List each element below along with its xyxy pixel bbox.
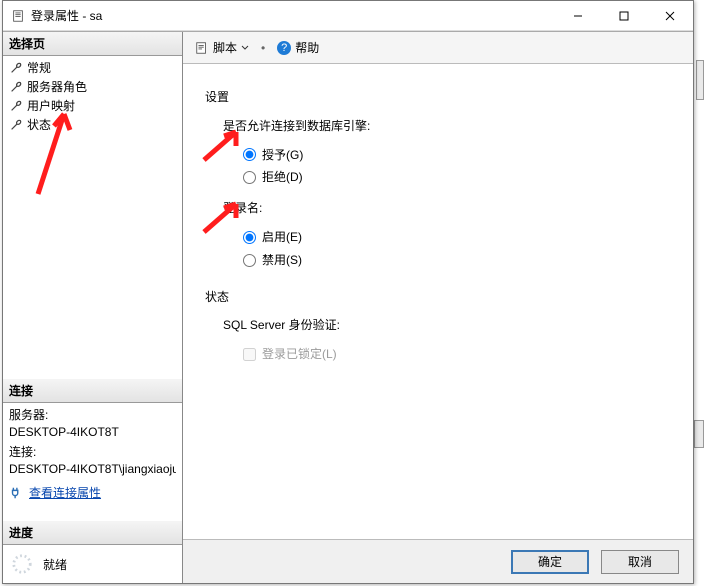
cancel-button[interactable]: 取消 (601, 550, 679, 574)
radio-deny-input[interactable] (243, 171, 256, 184)
help-label: 帮助 (295, 39, 319, 56)
page-label: 常规 (27, 59, 51, 76)
wrench-icon (9, 118, 23, 132)
conn-value: DESKTOP-4IKOT8T\jiangxiaoju (9, 461, 176, 478)
right-panel: 脚本 • ? 帮助 设置 是否允许连接到数据库引擎: 授予(G) (183, 32, 693, 583)
maximize-button[interactable] (601, 1, 647, 31)
login-label: 登录名: (223, 197, 671, 220)
page-label: 用户映射 (27, 97, 75, 114)
dialog-footer: 确定 取消 (183, 539, 693, 583)
radio-grant-label: 授予(G) (262, 144, 303, 167)
help-icon: ? (277, 41, 291, 55)
conn-label: 连接: (9, 444, 176, 461)
radio-deny[interactable]: 拒绝(D) (243, 166, 671, 189)
script-icon (195, 41, 209, 55)
radio-disable-input[interactable] (243, 254, 256, 267)
radio-grant[interactable]: 授予(G) (243, 144, 671, 167)
server-label: 服务器: (9, 407, 176, 424)
wrench-icon (9, 99, 23, 113)
progress-header: 进度 (3, 521, 182, 545)
connection-info: 服务器: DESKTOP-4IKOT8T 连接: DESKTOP-4IKOT8T… (3, 403, 182, 482)
settings-section-label: 设置 (205, 86, 671, 109)
login-locked-row: 登录已锁定(L) (243, 343, 671, 366)
chevron-down-icon (241, 44, 249, 52)
connection-header: 连接 (3, 379, 182, 403)
radio-disable[interactable]: 禁用(S) (243, 249, 671, 272)
radio-deny-label: 拒绝(D) (262, 166, 303, 189)
plug-icon (9, 486, 23, 500)
wrench-icon (9, 61, 23, 75)
close-button[interactable] (647, 1, 693, 31)
progress-row: 就绪 (3, 545, 182, 583)
page-label: 状态 (27, 116, 51, 133)
pages-header: 选择页 (3, 32, 182, 56)
toolbar-separator: • (261, 41, 265, 55)
minimize-button[interactable] (555, 1, 601, 31)
page-label: 服务器角色 (27, 78, 87, 95)
dialog-window: 登录属性 - sa 选择页 常规 服务器角色 用户映射 (2, 0, 694, 584)
perm-label: 是否允许连接到数据库引擎: (223, 115, 671, 138)
toolbar: 脚本 • ? 帮助 (183, 32, 693, 64)
ok-button[interactable]: 确定 (511, 550, 589, 574)
radio-enable-label: 启用(E) (262, 226, 302, 249)
status-section-label: 状态 (205, 286, 671, 309)
view-conn-link[interactable]: 查看连接属性 (29, 484, 101, 501)
login-locked-label: 登录已锁定(L) (262, 343, 337, 366)
titlebar: 登录属性 - sa (3, 1, 693, 31)
view-connection-properties[interactable]: 查看连接属性 (3, 482, 182, 503)
left-panel: 选择页 常规 服务器角色 用户映射 状态 (3, 32, 183, 583)
progress-icon (11, 553, 33, 575)
help-button[interactable]: ? 帮助 (273, 37, 323, 58)
settings-area: 设置 是否允许连接到数据库引擎: 授予(G) 拒绝(D) 登录名: 启用(E) (183, 64, 693, 388)
radio-disable-label: 禁用(S) (262, 249, 302, 272)
radio-enable-input[interactable] (243, 231, 256, 244)
app-icon (11, 9, 25, 23)
ok-label: 确定 (538, 553, 562, 570)
server-value: DESKTOP-4IKOT8T (9, 424, 176, 441)
page-general[interactable]: 常规 (3, 58, 182, 77)
radio-grant-input[interactable] (243, 148, 256, 161)
script-label: 脚本 (213, 39, 237, 56)
wrench-icon (9, 80, 23, 94)
page-status[interactable]: 状态 (3, 115, 182, 134)
cancel-label: 取消 (628, 553, 652, 570)
page-server-roles[interactable]: 服务器角色 (3, 77, 182, 96)
progress-status: 就绪 (43, 556, 67, 573)
radio-enable[interactable]: 启用(E) (243, 226, 671, 249)
page-user-mapping[interactable]: 用户映射 (3, 96, 182, 115)
pages-list: 常规 服务器角色 用户映射 状态 (3, 56, 182, 136)
window-title: 登录属性 - sa (31, 7, 555, 24)
script-button[interactable]: 脚本 (191, 37, 253, 58)
login-locked-checkbox (243, 348, 256, 361)
sql-auth-label: SQL Server 身份验证: (223, 314, 671, 337)
